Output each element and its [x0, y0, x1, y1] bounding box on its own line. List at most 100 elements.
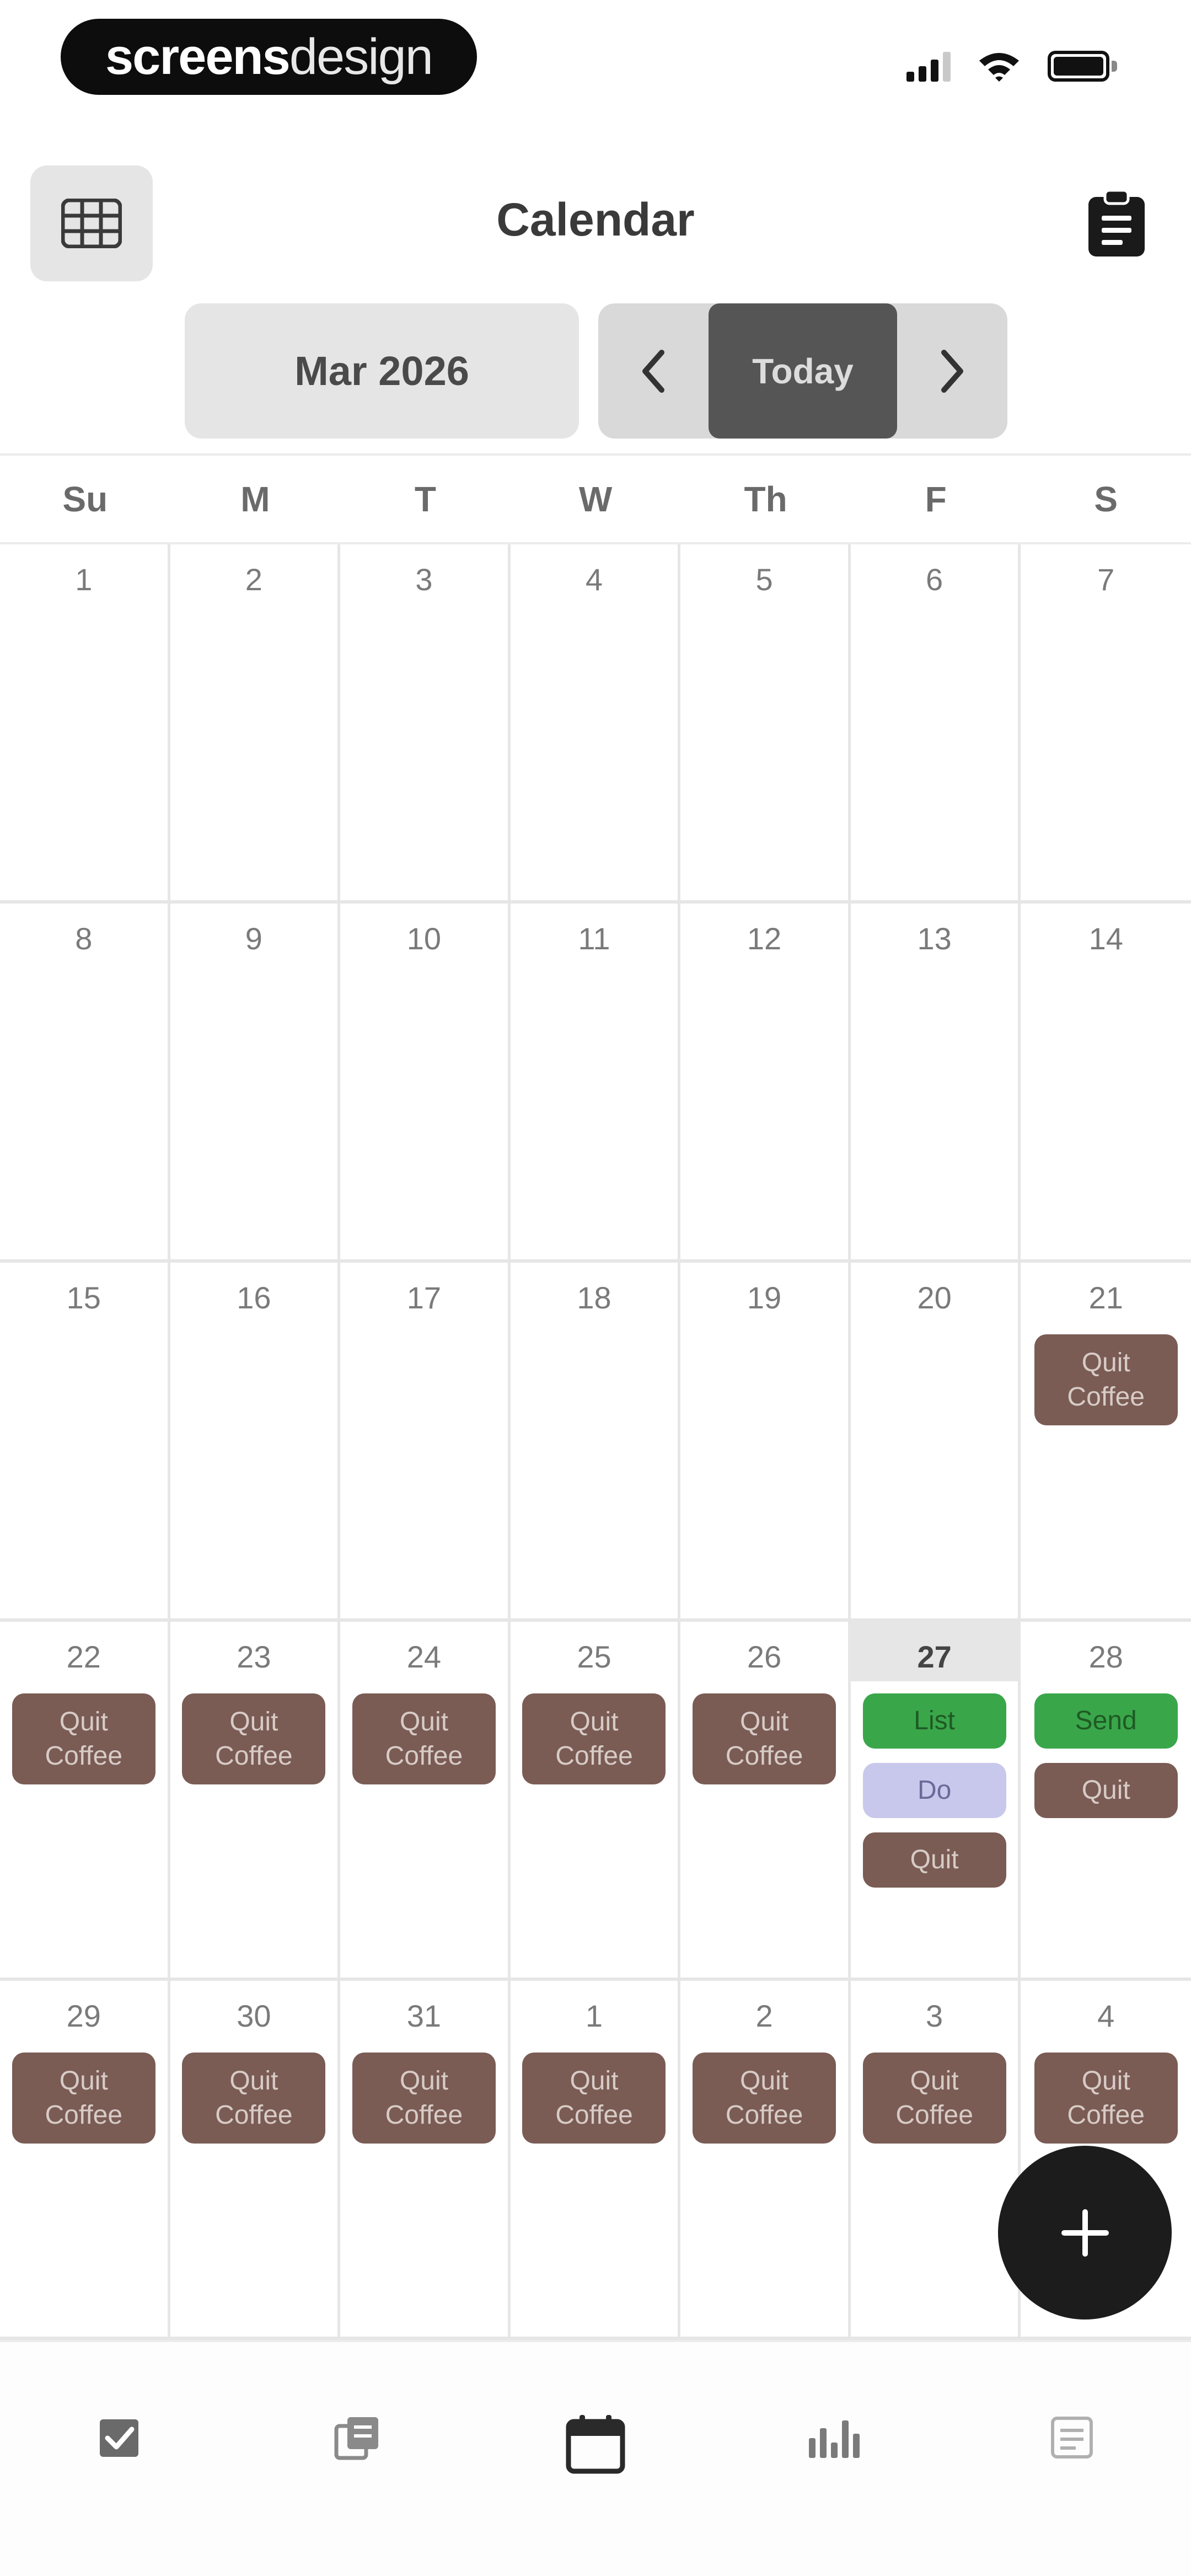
calendar-day-cell[interactable]: 21 Quit Coffee [1021, 1263, 1191, 1622]
calendar-grid: 1 2 3 4 5 6 7 8 9 10 11 12 13 14 15 16 17 18 19 20 21 Quit Co… [0, 544, 1191, 2340]
calendar-day-cell[interactable]: 18 [510, 1263, 681, 1622]
tab-tasks[interactable] [0, 2342, 238, 2576]
calendar-day-cell[interactable]: 17 [340, 1263, 511, 1622]
calendar-day-cell[interactable]: 22 Quit Coffee [0, 1622, 170, 1981]
weekday-label: T [414, 479, 436, 519]
event-chip[interactable]: Send [1034, 1693, 1178, 1749]
calendar-day-cell[interactable]: 9 [170, 904, 341, 1263]
calendar-day-cell[interactable]: 1 [0, 544, 170, 904]
event-chip[interactable]: Quit Coffee [693, 1693, 836, 1784]
event-chip[interactable]: Quit Coffee [522, 2053, 666, 2144]
day-number: 2 [245, 562, 262, 597]
app-header: Calendar [0, 160, 1191, 287]
calendar-day-cell[interactable]: 28 Send Quit [1021, 1622, 1191, 1981]
day-number: 15 [66, 1280, 101, 1315]
brand-logo-bold: screens [105, 28, 291, 85]
event-chip[interactable]: Quit [1034, 1763, 1178, 1818]
clipboard-icon [1088, 189, 1145, 256]
event-chip[interactable]: Quit Coffee [522, 1693, 666, 1784]
day-number: 21 [1088, 1280, 1123, 1315]
event-chip[interactable]: Quit Coffee [182, 2053, 326, 2144]
calendar-day-cell[interactable]: 27 List Do Quit [850, 1622, 1021, 1981]
event-chip[interactable]: Quit Coffee [1034, 1334, 1178, 1425]
add-event-button[interactable] [998, 2146, 1172, 2320]
calendar-day-cell[interactable]: 8 [0, 904, 170, 1263]
weekday-header: Su M T W Th F S [0, 453, 1191, 544]
today-button[interactable]: Today [709, 303, 897, 439]
calendar-day-cell[interactable]: 19 [680, 1263, 851, 1622]
day-number: 29 [66, 1998, 101, 2033]
event-chip[interactable]: Do [862, 1763, 1006, 1818]
day-number: 11 [578, 921, 610, 956]
brand-logo-light: design [289, 28, 433, 85]
next-month-button[interactable] [897, 303, 1007, 439]
calendar-day-cell[interactable]: 13 [850, 904, 1021, 1263]
calendar-day-cell[interactable]: 20 [850, 1263, 1021, 1622]
calendar-day-cell[interactable]: 31 Quit Coffee [340, 1981, 511, 2340]
calendar-day-cell[interactable]: 5 [680, 544, 851, 904]
day-number: 5 [755, 562, 773, 597]
battery-icon [1048, 51, 1119, 82]
calendar-day-cell[interactable]: 7 [1021, 544, 1191, 904]
calendar-day-cell[interactable]: 14 [1021, 904, 1191, 1263]
day-number: 7 [1097, 562, 1115, 597]
calendar-day-cell[interactable]: 24 Quit Coffee [340, 1622, 511, 1981]
calendar-day-cell[interactable]: 10 [340, 904, 511, 1263]
calendar-day-cell[interactable]: 30 Quit Coffee [170, 1981, 341, 2340]
event-list: Quit Coffee [1021, 2053, 1191, 2144]
calendar-day-cell[interactable]: 15 [0, 1263, 170, 1622]
event-list: Quit Coffee [1021, 1334, 1191, 1425]
tab-list[interactable] [953, 2342, 1191, 2576]
event-chip[interactable]: Quit Coffee [12, 1693, 155, 1784]
calendar-day-cell[interactable]: 4 [510, 544, 681, 904]
event-chip[interactable]: List [862, 1693, 1006, 1749]
calendar-day-cell[interactable]: 2 [170, 544, 341, 904]
clipboard-button[interactable] [1081, 188, 1152, 259]
event-chip[interactable]: Quit Coffee [352, 1693, 496, 1784]
brand-logo: screens design [61, 19, 477, 95]
day-number: 12 [747, 921, 782, 956]
day-number: 10 [406, 921, 442, 956]
tab-stats[interactable] [715, 2342, 953, 2576]
tab-notes[interactable] [238, 2342, 476, 2576]
day-number: 2 [755, 1998, 773, 2033]
calendar-day-cell[interactable]: 26 Quit Coffee [680, 1622, 851, 1981]
plus-icon [1061, 2209, 1109, 2257]
calendar-day-cell[interactable]: 16 [170, 1263, 341, 1622]
event-list: Quit Coffee [680, 1693, 848, 1784]
day-number: 23 [237, 1639, 271, 1674]
cellular-signal-icon [906, 51, 951, 82]
event-chip[interactable]: Quit [862, 1832, 1006, 1888]
day-number: 4 [585, 562, 603, 597]
event-chip[interactable]: Quit Coffee [1034, 2053, 1178, 2144]
calendar-day-cell[interactable]: 2 Quit Coffee [680, 1981, 851, 2340]
calendar-day-cell[interactable]: 6 [850, 544, 1021, 904]
day-number: 8 [75, 921, 93, 956]
calendar-day-cell[interactable]: 23 Quit Coffee [170, 1622, 341, 1981]
notes-icon [334, 2417, 378, 2460]
event-chip[interactable]: Quit Coffee [862, 2053, 1006, 2144]
calendar-day-cell[interactable]: 29 Quit Coffee [0, 1981, 170, 2340]
list-icon [1051, 2417, 1093, 2459]
calendar-day-cell[interactable]: 25 Quit Coffee [510, 1622, 681, 1981]
tab-calendar[interactable] [476, 2342, 715, 2576]
day-number: 20 [917, 1280, 952, 1315]
event-chip[interactable]: Quit Coffee [352, 2053, 496, 2144]
calendar-day-cell[interactable]: 3 Quit Coffee [850, 1981, 1021, 2340]
event-list: Send Quit [1021, 1693, 1191, 1818]
calendar-day-cell[interactable]: 3 [340, 544, 511, 904]
event-chip[interactable]: Quit Coffee [12, 2053, 155, 2144]
event-list: Quit Coffee [511, 1693, 678, 1784]
calendar-day-cell[interactable]: 1 Quit Coffee [510, 1981, 681, 2340]
event-list: Quit Coffee [170, 1693, 338, 1784]
month-picker-button[interactable]: Mar 2026 [185, 303, 579, 439]
bottom-tab-bar [0, 2340, 1191, 2576]
calendar-day-cell[interactable]: 11 [510, 904, 681, 1263]
event-chip[interactable]: Quit Coffee [182, 1693, 326, 1784]
previous-month-button[interactable] [598, 303, 709, 439]
event-chip[interactable]: Quit Coffee [693, 2053, 836, 2144]
chevron-right-icon [941, 349, 963, 393]
day-number: 24 [406, 1639, 442, 1674]
calendar-icon [566, 2415, 625, 2474]
calendar-day-cell[interactable]: 12 [680, 904, 851, 1263]
